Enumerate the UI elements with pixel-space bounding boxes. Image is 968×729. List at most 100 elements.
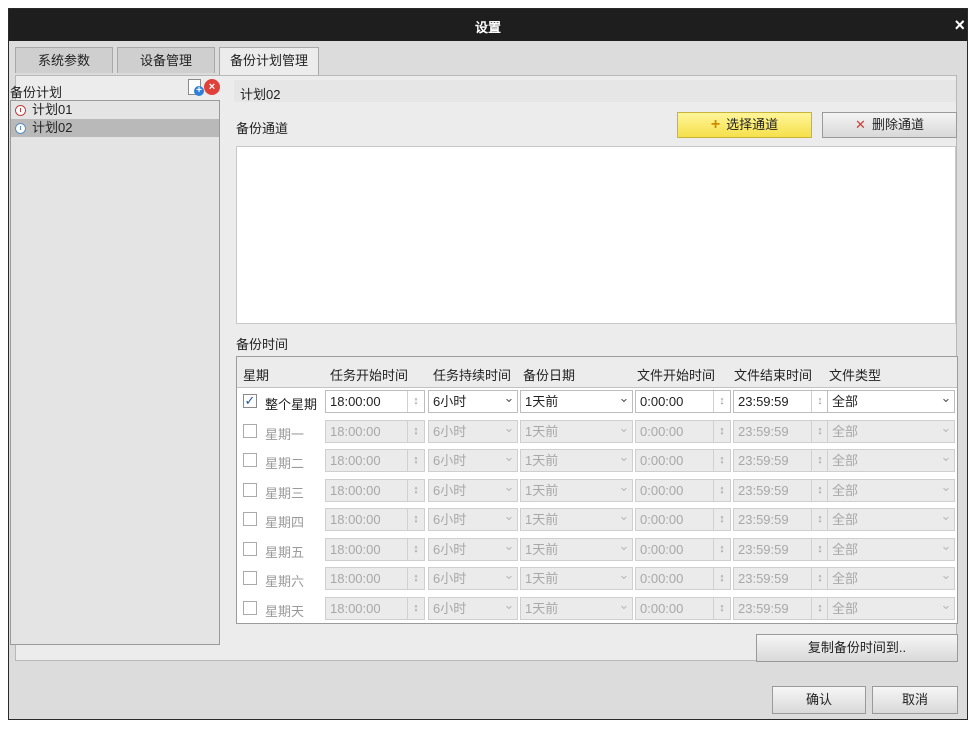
tab-backup-plan-management[interactable]: 备份计划管理 xyxy=(219,47,320,75)
task-duration-select: 6小时 xyxy=(428,446,518,472)
add-plan-icon[interactable]: + xyxy=(186,78,204,96)
file-type-select: 全部 xyxy=(827,564,955,590)
file-end-spinbox: 23:59:59 xyxy=(733,419,829,443)
plan-list-header: 备份计划 + × xyxy=(10,78,220,100)
select-channel-button[interactable]: + 选择通道 xyxy=(677,112,812,138)
channel-section-label: 备份通道 xyxy=(236,121,289,136)
plan-item-02[interactable]: 计划02 xyxy=(11,119,219,137)
time-section-label: 备份时间 xyxy=(236,337,289,352)
file-end-spinbox: 23:59:59 xyxy=(733,567,829,590)
task-duration-select: 6小时 xyxy=(428,476,518,502)
plan-list: 计划01 计划02 xyxy=(10,100,220,645)
delete-channel-button[interactable]: ✕ 删除通道 xyxy=(822,112,957,138)
ok-button[interactable]: 确认 xyxy=(772,686,866,714)
day-checkbox[interactable] xyxy=(243,571,257,585)
day-label: 星期三 xyxy=(265,485,305,501)
file-start-spinbox: 0:00:00 xyxy=(635,508,731,531)
task-start-spinbox: 18:00:00 xyxy=(325,537,425,561)
header-file-start: 文件开始时间 xyxy=(637,368,716,383)
file-start-spinbox: 0:00:00 xyxy=(635,567,731,590)
table-row: 星期天 18:00:006小时1天前0:00:0023:59:59全部 xyxy=(237,594,957,623)
file-type-select: 全部 xyxy=(827,594,955,620)
day-label: 整个星期 xyxy=(265,397,318,412)
task-duration-select[interactable]: 6小时 xyxy=(428,387,518,413)
task-start-spinbox: 18:00:00 xyxy=(325,508,425,531)
table-row: 星期五 18:00:006小时1天前0:00:0023:59:59全部 xyxy=(237,535,957,564)
close-icon[interactable]: × xyxy=(954,15,965,36)
day-checkbox[interactable] xyxy=(243,512,257,526)
file-start-spinbox: 0:00:00 xyxy=(635,449,731,472)
day-label: 星期二 xyxy=(265,456,305,471)
file-type-select[interactable]: 全部 xyxy=(827,387,955,413)
backup-date-select: 1天前 xyxy=(520,417,633,443)
delete-icon: ✕ xyxy=(855,117,866,132)
task-duration-select: 6小时 xyxy=(428,505,518,531)
table-row: 星期三 18:00:006小时1天前0:00:0023:59:59全部 xyxy=(237,476,957,505)
file-start-spinbox[interactable]: 0:00:00 xyxy=(635,390,731,413)
plan-name: 计划02 xyxy=(240,87,281,102)
day-label: 星期天 xyxy=(265,603,305,619)
table-row: 星期六 18:00:006小时1天前0:00:0023:59:59全部 xyxy=(237,564,957,593)
day-label: 星期六 xyxy=(265,574,305,589)
copy-schedule-button[interactable]: 复制备份时间到.. xyxy=(756,634,958,662)
file-start-spinbox: 0:00:00 xyxy=(635,596,731,620)
file-type-select: 全部 xyxy=(827,535,955,561)
backup-date-select: 1天前 xyxy=(520,476,633,502)
file-end-spinbox: 23:59:59 xyxy=(733,508,829,531)
day-checkbox[interactable]: ✓ xyxy=(243,394,257,408)
tab-bar: 系统参数 设备管理 备份计划管理 xyxy=(15,47,323,75)
tab-system-params[interactable]: 系统参数 xyxy=(15,47,114,73)
task-start-spinbox: 18:00:00 xyxy=(325,596,425,620)
table-row: ✓ 整个星期 18:00:006小时1天前0:00:0023:59:59全部 xyxy=(237,387,957,416)
header-task-start: 任务开始时间 xyxy=(330,368,409,383)
task-start-spinbox: 18:00:00 xyxy=(325,478,425,502)
table-row: 星期一 18:00:006小时1天前0:00:0023:59:59全部 xyxy=(237,417,957,446)
file-start-spinbox: 0:00:00 xyxy=(635,419,731,443)
table-row: 星期二 18:00:006小时1天前0:00:0023:59:59全部 xyxy=(237,446,957,475)
task-start-spinbox[interactable]: 18:00:00 xyxy=(325,390,425,413)
day-label: 星期五 xyxy=(265,544,305,560)
header-weekday: 星期 xyxy=(243,368,270,383)
dialog-title: 设置 xyxy=(474,20,501,35)
file-end-spinbox[interactable]: 23:59:59 xyxy=(733,390,829,413)
table-header: 星期 任务开始时间 任务持续时间 备份日期 文件开始时间 文件结束时间 文件类型 xyxy=(237,357,957,388)
backup-date-select: 1天前 xyxy=(520,446,633,472)
file-start-spinbox: 0:00:00 xyxy=(635,478,731,502)
title-bar: 设置 × xyxy=(9,9,967,41)
plan-name-bar: 计划02 xyxy=(234,80,956,102)
day-checkbox[interactable] xyxy=(243,541,257,556)
task-duration-select: 6小时 xyxy=(428,594,518,620)
task-start-spinbox: 18:00:00 xyxy=(325,449,425,472)
day-label: 星期一 xyxy=(265,426,305,442)
clock-icon xyxy=(15,122,26,134)
header-file-end: 文件结束时间 xyxy=(734,368,813,383)
plan-item-label: 计划01 xyxy=(32,102,73,117)
backup-date-select: 1天前 xyxy=(520,505,633,531)
select-channel-label: 选择通道 xyxy=(726,117,779,132)
file-end-spinbox: 23:59:59 xyxy=(733,537,829,561)
day-checkbox[interactable] xyxy=(243,482,257,497)
cancel-button[interactable]: 取消 xyxy=(872,686,958,714)
file-type-select: 全部 xyxy=(827,505,955,531)
day-checkbox[interactable] xyxy=(243,600,257,615)
plan-item-01[interactable]: 计划01 xyxy=(11,101,219,119)
plan-list-actions: + × xyxy=(186,78,220,96)
plan-item-label: 计划02 xyxy=(32,120,73,135)
header-task-duration: 任务持续时间 xyxy=(433,368,512,383)
day-label: 星期四 xyxy=(265,515,305,530)
tab-device-management[interactable]: 设备管理 xyxy=(117,47,216,73)
delete-plan-icon[interactable]: × xyxy=(204,79,220,95)
task-duration-select: 6小时 xyxy=(428,564,518,590)
day-checkbox[interactable] xyxy=(243,423,257,438)
plan-list-title: 备份计划 xyxy=(10,85,63,100)
delete-channel-label: 删除通道 xyxy=(871,117,924,132)
file-type-select: 全部 xyxy=(827,476,955,502)
file-type-select: 全部 xyxy=(827,417,955,443)
day-checkbox[interactable] xyxy=(243,453,257,467)
backup-date-select[interactable]: 1天前 xyxy=(520,387,633,413)
header-backup-date: 备份日期 xyxy=(523,368,576,383)
channel-list[interactable] xyxy=(236,146,956,324)
clock-icon xyxy=(15,104,26,116)
task-start-spinbox: 18:00:00 xyxy=(325,567,425,590)
backup-date-select: 1天前 xyxy=(520,535,633,561)
